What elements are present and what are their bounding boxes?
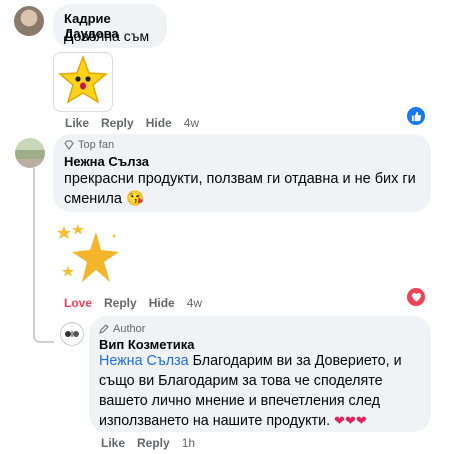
timestamp[interactable]: 1h [182,436,195,450]
heart-emojis: ❤❤❤ [334,414,367,429]
like-button[interactable]: Like [101,436,125,450]
love-reaction-icon[interactable] [405,286,427,308]
hide-button[interactable]: Hide [146,116,172,130]
like-button[interactable]: Like [65,116,89,130]
reply-button[interactable]: Reply [101,116,134,130]
comment-author[interactable]: Нежна Сълза [64,154,149,169]
timestamp[interactable]: 4w [184,116,199,130]
hide-button[interactable]: Hide [149,296,175,310]
sticker [54,222,124,288]
reply-button[interactable]: Reply [104,296,137,310]
comment-text: Нежна Сълза Благодарим ви за Доверието, … [99,351,429,432]
timestamp[interactable]: 4w [187,296,202,310]
avatar[interactable] [60,322,84,346]
comment-actions: Like Reply Hide 4w [65,116,211,130]
comment-author[interactable]: Вип Козметика [99,337,194,352]
mention-link[interactable]: Нежна Сълза [99,353,189,369]
comment-actions: Love Reply Hide 4w [64,296,214,310]
top-fan-badge: Top fan [64,139,114,151]
comment-text-body: прекрасни продукти, ползвам ги отдавна и… [64,171,416,207]
avatar[interactable] [14,6,44,36]
comment-bubble: Author Вип Козметика Нежна Сълза Благода… [89,316,431,432]
badge-label: Top fan [78,139,115,151]
comment-text: прекрасни продукти, ползвам ги отдавна и… [64,169,424,209]
badge-label: Author [113,323,146,335]
avatar[interactable] [15,138,45,168]
star-sticker-icon [58,54,108,104]
author-badge: Author [99,323,145,335]
logo-icon [65,331,79,337]
like-reaction-icon[interactable] [405,105,427,127]
comment-actions: Like Reply 1h [101,436,207,450]
comment-bubble: Кадрие Даудова Доволна съм [53,4,167,48]
diamond-icon [64,140,74,150]
reply-button[interactable]: Reply [137,436,170,450]
pen-icon [99,324,109,334]
kiss-emoji: 😘 [125,191,145,207]
sparkle-star-sticker-icon [57,224,119,282]
sticker [53,52,113,112]
comment-bubble: Top fan Нежна Сълза прекрасни продукти, … [53,134,431,212]
love-button[interactable]: Love [64,296,92,310]
comment-text: Доволна съм [64,28,150,44]
